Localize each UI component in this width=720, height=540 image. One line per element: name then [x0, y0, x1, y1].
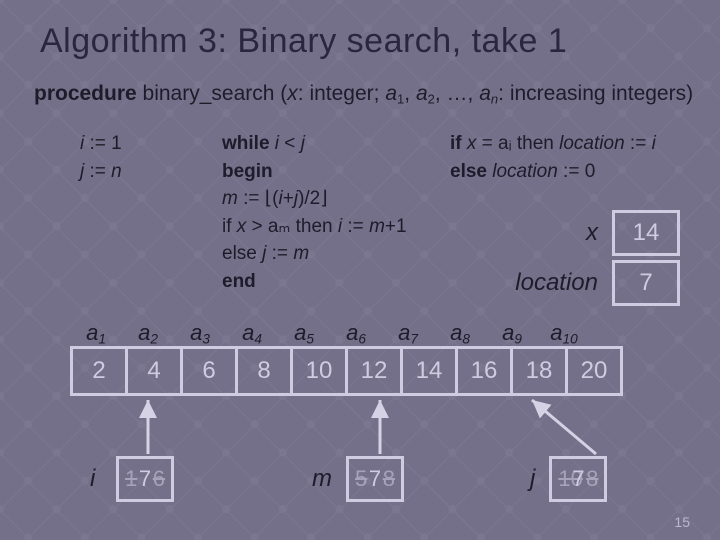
page-number: 15: [674, 514, 690, 530]
init-code: i := 1j := n: [80, 130, 122, 185]
variable-boxes: x 14 location 7: [494, 206, 680, 310]
array-header: a7: [382, 320, 434, 346]
pointer-j: j1078: [530, 456, 607, 502]
array-cell: 4: [125, 346, 183, 396]
pointer-i: i 176: [90, 456, 174, 502]
array-header: a2: [122, 320, 174, 346]
post-code: if x = aᵢ then location := ielse locatio…: [450, 130, 656, 185]
array-cell: 16: [455, 346, 513, 396]
array-header: a8: [434, 320, 486, 346]
slide-title: Algorithm 3: Binary search, take 1: [40, 22, 567, 61]
var-location-label: location: [494, 269, 598, 297]
pointer-m: m578: [312, 456, 404, 502]
var-x-value: 14: [612, 210, 680, 256]
array-cell: 10: [290, 346, 348, 396]
array-cell: 2: [70, 346, 128, 396]
var-x-label: x: [494, 219, 598, 247]
array-display: a1a2a3a4a5a6a7a8a9a10 2468101214161820: [70, 320, 623, 396]
array-cell: 12: [345, 346, 403, 396]
array-cell: 6: [180, 346, 238, 396]
array-header: a1: [70, 320, 122, 346]
array-header: a9: [486, 320, 538, 346]
array-header: a10: [538, 320, 590, 346]
array-cell: 20: [565, 346, 623, 396]
array-header: a4: [226, 320, 278, 346]
array-header: a6: [330, 320, 382, 346]
array-cell: 14: [400, 346, 458, 396]
var-location-value: 7: [612, 260, 680, 306]
array-cell: 8: [235, 346, 293, 396]
loop-code: while i < jbegin m := ⌊(i+j)/2⌋ if x > a…: [222, 130, 407, 295]
array-cell: 18: [510, 346, 568, 396]
array-header: a5: [278, 320, 330, 346]
array-header: a3: [174, 320, 226, 346]
procedure-signature: procedure binary_search (x: integer; a1,…: [34, 82, 693, 106]
